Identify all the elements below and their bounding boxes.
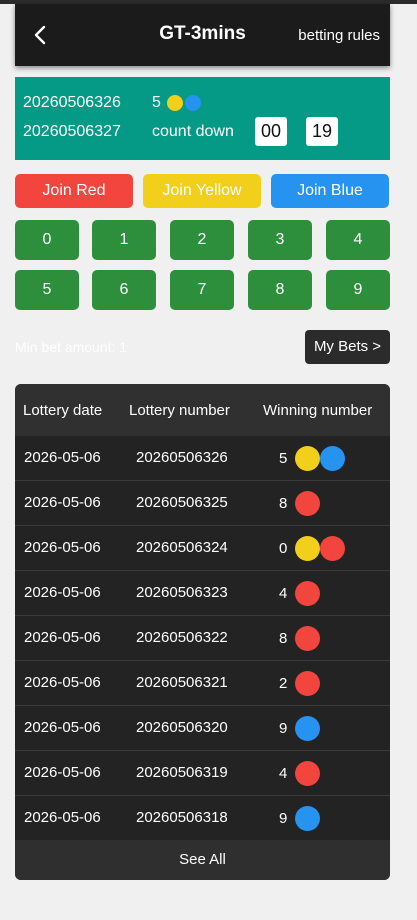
number-button-8[interactable]: 8 [248,270,312,310]
header-lottery-number: Lottery number [129,402,230,419]
betting-rules-link[interactable]: betting rules [298,27,380,44]
number-button-4[interactable]: 4 [326,220,390,260]
row-winning-number: 2 [279,669,321,697]
my-bets-button[interactable]: My Bets > [305,330,390,364]
winning-digit: 5 [279,449,288,467]
table-row: 2026-05-06 20260506323 4 [15,571,390,616]
row-winning-number: 9 [279,804,321,832]
winning-digit: 4 [279,584,288,602]
winning-color-ball [295,760,321,786]
row-lottery-date: 2026-05-06 [24,584,101,601]
number-button-2[interactable]: 2 [170,220,234,260]
number-button-0[interactable]: 0 [15,220,79,260]
countdown-seconds: 19 [306,117,338,146]
join-yellow-button[interactable]: Join Yellow [143,174,261,208]
table-row: 2026-05-06 20260506321 2 [15,661,390,706]
see-all-button[interactable]: See All [15,840,390,880]
row-lottery-number: 20260506325 [136,494,228,511]
winning-digit: 8 [279,629,288,647]
row-lottery-date: 2026-05-06 [24,674,101,691]
row-winning-number: 4 [279,579,321,607]
countdown-label: count down [152,123,234,140]
winning-color-ball [295,580,321,606]
winning-digit: 8 [279,494,288,512]
row-lottery-number: 20260506326 [136,449,228,466]
previous-result-colors [166,95,203,111]
row-lottery-number: 20260506322 [136,629,228,646]
previous-period-number: 20260506326 [23,94,121,111]
winning-digit: 9 [279,719,288,737]
table-row: 2026-05-06 20260506326 5 [15,436,390,481]
header-winning-number: Winning number [263,402,373,419]
row-lottery-number: 20260506323 [136,584,228,601]
row-winning-number: 9 [279,714,321,742]
winning-color-ball [295,445,321,471]
join-blue-button[interactable]: Join Blue [271,174,389,208]
countdown-minutes: 00 [255,117,287,146]
winning-digit: 2 [279,674,288,692]
winning-color-ball [295,715,321,741]
join-red-button[interactable]: Join Red [15,174,133,208]
number-button-5[interactable]: 5 [15,270,79,310]
row-lottery-number: 20260506324 [136,539,228,556]
row-lottery-date: 2026-05-06 [24,494,101,511]
row-lottery-date: 2026-05-06 [24,719,101,736]
row-lottery-date: 2026-05-06 [24,539,101,556]
result-color-dot [166,95,183,111]
number-button-9[interactable]: 9 [326,270,390,310]
winning-digit: 4 [279,764,288,782]
lottery-history-table: Lottery date Lottery number Winning numb… [15,384,390,880]
row-winning-number: 5 [279,444,346,472]
row-winning-number: 8 [279,489,321,517]
winning-color-ball [295,670,321,696]
app-header: GT-3mins betting rules [15,4,390,66]
next-period-number: 20260506327 [23,123,121,140]
table-row: 2026-05-06 20260506322 8 [15,616,390,661]
row-lottery-date: 2026-05-06 [24,629,101,646]
row-winning-number: 4 [279,759,321,787]
header-lottery-date: Lottery date [23,402,103,419]
number-button-7[interactable]: 7 [170,270,234,310]
winning-digit: 0 [279,539,288,557]
row-lottery-number: 20260506321 [136,674,228,691]
table-row: 2026-05-06 20260506318 9 [15,796,390,841]
row-lottery-date: 2026-05-06 [24,449,101,466]
number-button-3[interactable]: 3 [248,220,312,260]
table-row: 2026-05-06 20260506319 4 [15,751,390,796]
winning-color-ball [320,535,346,561]
min-bet-amount: Min bet amount: 1 [15,339,128,355]
winning-color-ball [295,490,321,516]
winning-color-ball [295,805,321,831]
table-row: 2026-05-06 20260506324 0 [15,526,390,571]
row-lottery-date: 2026-05-06 [24,764,101,781]
winning-color-ball [295,535,321,561]
row-winning-number: 8 [279,624,321,652]
table-row: 2026-05-06 20260506325 8 [15,481,390,526]
row-lottery-number: 20260506320 [136,719,228,736]
row-lottery-date: 2026-05-06 [24,809,101,826]
row-winning-number: 0 [279,534,346,562]
winning-color-ball [295,625,321,651]
previous-result: 5 [152,94,203,112]
table-row: 2026-05-06 20260506320 9 [15,706,390,751]
number-button-1[interactable]: 1 [92,220,156,260]
result-color-dot [184,95,201,111]
winning-color-ball [320,445,346,471]
current-period-panel: 20260506326 5 20260506327 count down 00 … [15,77,390,160]
previous-result-number: 5 [152,94,161,111]
winning-digit: 9 [279,809,288,827]
row-lottery-number: 20260506319 [136,764,228,781]
table-header: Lottery date Lottery number Winning numb… [15,384,390,436]
row-lottery-number: 20260506318 [136,809,228,826]
number-button-6[interactable]: 6 [92,270,156,310]
